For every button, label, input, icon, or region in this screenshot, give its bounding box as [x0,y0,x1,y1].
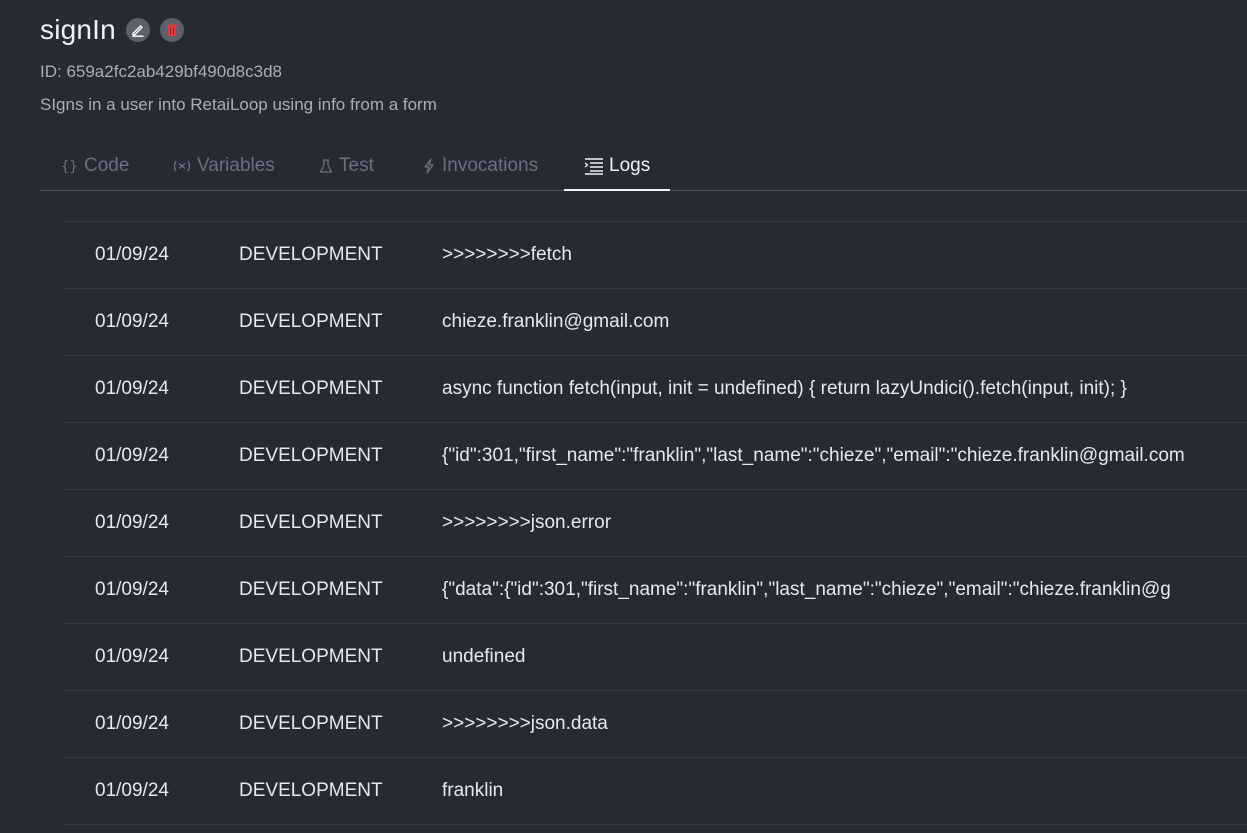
log-row[interactable]: 01/09/24 DEVELOPMENT chieze.franklin@gma… [63,288,1247,355]
function-title: signIn [40,14,116,45]
bolt-icon [421,157,437,174]
list-icon [584,157,604,175]
log-row[interactable]: 01/09/24 DEVELOPMENT async function fetc… [63,355,1247,422]
log-environment: DEVELOPMENT [239,512,383,533]
log-message: franklin [442,780,504,801]
tab-test[interactable]: Test [318,141,374,190]
flask-icon [318,158,334,174]
log-environment: DEVELOPMENT [239,579,383,600]
log-environment: DEVELOPMENT [239,713,383,734]
trash-icon [166,24,177,36]
log-date: 01/09/24 [95,713,169,734]
log-row[interactable]: 01/09/24 DEVELOPMENT undefined [63,623,1247,690]
log-row[interactable]: 01/09/24 DEVELOPMENT >>>>>>>>fetch [63,221,1247,288]
log-environment: DEVELOPMENT [239,646,383,667]
log-message: undefined [442,646,526,667]
tab-variables-label: Variables [197,154,275,176]
function-detail-page: signIn ID: 659a2fc2ab429bf490d8c3d8 SIgn… [0,0,1247,833]
function-id: ID: 659a2fc2ab429bf490d8c3d8 [40,62,282,81]
tab-variables[interactable]: Variables [172,141,275,190]
tab-bar: {} Code Variables Test Invocations Logs [40,141,1247,191]
log-date: 01/09/24 [95,311,169,332]
log-environment: DEVELOPMENT [239,780,383,801]
log-date: 01/09/24 [95,780,169,801]
log-row[interactable]: 01/09/24 DEVELOPMENT >>>>>>>>json.data [63,690,1247,757]
log-environment: DEVELOPMENT [239,311,383,332]
tab-invocations-label: Invocations [442,154,539,176]
log-row[interactable]: 01/09/24 DEVELOPMENT franklin [63,757,1247,824]
tab-logs-label: Logs [609,154,651,176]
tab-logs[interactable]: Logs [563,141,671,191]
log-message: >>>>>>>>fetch [442,244,572,265]
log-date: 01/09/24 [95,378,169,399]
log-message: {"id":301,"first_name":"franklin","last_… [442,445,1185,466]
tab-test-label: Test [339,154,374,176]
log-date: 01/09/24 [95,512,169,533]
log-message: chieze.franklin@gmail.com [442,311,670,332]
log-date: 01/09/24 [95,445,169,466]
delete-button[interactable] [159,18,184,42]
logs-list: 01/09/24 DEVELOPMENT >>>>>>>>fetch 01/09… [63,221,1247,826]
pencil-icon [132,25,144,37]
log-message: >>>>>>>>json.data [442,713,608,734]
tab-code-label: Code [84,154,130,176]
log-row[interactable]: 01/09/24 DEVELOPMENT {"id":301,"first_na… [63,422,1247,489]
log-message: >>>>>>>>json.error [442,512,612,533]
tab-code[interactable]: {} Code [61,141,129,190]
log-environment: DEVELOPMENT [239,378,383,399]
log-message: async function fetch(input, init = undef… [442,378,1127,399]
function-description: SIgns in a user into RetaiLoop using inf… [40,95,437,114]
log-row[interactable]: 01/09/24 DEVELOPMENT >>>>>>>>json.error [63,489,1247,556]
logs-list-end-divider [63,824,1247,826]
log-date: 01/09/24 [95,244,169,265]
log-date: 01/09/24 [95,579,169,600]
edit-button[interactable] [125,18,150,42]
log-message: {"data":{"id":301,"first_name":"franklin… [442,579,1171,600]
log-environment: DEVELOPMENT [239,445,383,466]
log-row[interactable]: 01/09/24 DEVELOPMENT {"data":{"id":301,"… [63,556,1247,623]
braces-icon: {} [61,158,79,174]
log-date: 01/09/24 [95,646,169,667]
tab-invocations[interactable]: Invocations [421,141,538,190]
log-environment: DEVELOPMENT [239,244,383,265]
title-row: signIn [40,12,194,48]
svg-text:{}: {} [61,159,78,174]
function-header: signIn ID: 659a2fc2ab429bf490d8c3d8 SIgn… [40,12,437,114]
variable-icon [172,158,192,174]
